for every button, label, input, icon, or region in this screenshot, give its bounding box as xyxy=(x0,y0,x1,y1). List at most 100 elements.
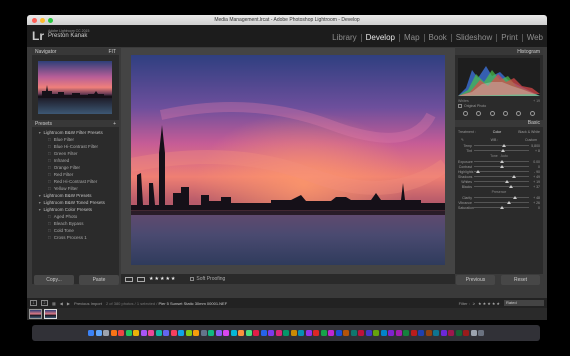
histogram[interactable] xyxy=(458,58,540,96)
dock-app-icon[interactable] xyxy=(358,330,364,336)
dock-app-icon[interactable] xyxy=(223,330,229,336)
red-eye-icon[interactable] xyxy=(489,111,495,116)
slider-value[interactable]: 0 xyxy=(531,165,540,169)
slider-handle[interactable] xyxy=(505,179,509,183)
slider-handle[interactable] xyxy=(476,169,481,173)
preset-item[interactable]: Blue Filter xyxy=(38,136,119,143)
rating-stars[interactable]: ★★★★★ xyxy=(149,276,176,282)
preset-item[interactable]: Blue Hi-Contrast Filter xyxy=(38,143,119,150)
dock-app-icon[interactable] xyxy=(200,330,207,336)
dock-app-icon[interactable] xyxy=(193,330,199,336)
slider-track[interactable] xyxy=(474,143,529,147)
histogram-header[interactable]: Histogram xyxy=(455,48,543,55)
dock-app-icon[interactable] xyxy=(88,330,94,336)
soft-proofing-toggle[interactable]: Soft Proofing xyxy=(190,276,225,282)
slider-track[interactable] xyxy=(474,205,529,209)
dock-app-icon[interactable] xyxy=(268,330,274,336)
dock-app-icon[interactable] xyxy=(215,330,222,336)
dock-app-icon[interactable] xyxy=(110,330,117,336)
crop-tool-icon[interactable] xyxy=(463,111,469,116)
dock-app-icon[interactable] xyxy=(298,330,304,336)
preset-item[interactable]: Cold Tone xyxy=(38,227,119,234)
slider-value[interactable]: + 49 xyxy=(531,175,540,179)
module-develop[interactable]: Develop xyxy=(362,34,400,42)
slider-track[interactable] xyxy=(474,148,529,152)
slider-handle[interactable] xyxy=(499,205,504,209)
slider-value[interactable]: + 26 xyxy=(531,201,540,205)
dock-app-icon[interactable] xyxy=(178,330,184,336)
slider-handle[interactable] xyxy=(506,200,511,204)
preset-item[interactable]: Green Filter xyxy=(38,150,119,157)
slider-track[interactable] xyxy=(474,200,529,204)
preset-item[interactable]: Infrared xyxy=(38,157,119,164)
dock-app-icon[interactable] xyxy=(380,330,387,336)
dock-app-icon[interactable] xyxy=(440,330,447,336)
adjustment-brush-icon[interactable] xyxy=(529,111,535,116)
preset-item[interactable]: Red Filter xyxy=(38,171,119,178)
dock-app-icon[interactable] xyxy=(343,330,349,336)
module-web[interactable]: Web xyxy=(523,34,547,42)
treatment-bw[interactable]: Black & White xyxy=(518,130,540,134)
add-preset-icon[interactable]: + xyxy=(113,121,116,127)
preset-item[interactable]: Cross Process 1 xyxy=(38,234,119,241)
wb-value[interactable]: Custom xyxy=(525,138,537,142)
slider-saturation[interactable]: Saturation 0 xyxy=(458,205,540,210)
slider-value[interactable]: + 48 xyxy=(531,196,540,200)
spot-removal-icon[interactable] xyxy=(476,111,482,116)
eyedropper-icon[interactable]: ✎ xyxy=(461,138,464,142)
before-after-icon[interactable] xyxy=(137,276,145,282)
slider-handle[interactable] xyxy=(512,174,517,178)
basic-panel-header[interactable]: Basic xyxy=(455,120,543,127)
dock-app-icon[interactable] xyxy=(185,330,192,336)
dock-app-icon[interactable] xyxy=(253,330,259,336)
filter-dropdown[interactable]: Rated xyxy=(504,300,544,306)
slider-value[interactable]: 0.00 xyxy=(531,160,540,164)
preset-item[interactable]: Orange Filter xyxy=(38,164,119,171)
soft-proofing-checkbox[interactable] xyxy=(190,277,195,281)
dock-app-icon[interactable] xyxy=(305,330,312,336)
navigator-zoom[interactable]: FIT xyxy=(109,49,117,55)
dock-app-icon[interactable] xyxy=(170,330,177,336)
dock-app-icon[interactable] xyxy=(103,330,109,336)
preset-item[interactable]: Yellow Filter xyxy=(38,185,119,192)
dock-app-icon[interactable] xyxy=(125,330,132,336)
slider-track[interactable] xyxy=(474,159,529,163)
dock-app-icon[interactable] xyxy=(388,330,394,336)
preset-item[interactable]: Bleach Bypass xyxy=(38,220,119,227)
back-arrow-icon[interactable]: ◀ xyxy=(60,301,63,306)
reset-button[interactable]: Reset xyxy=(501,275,540,285)
preset-folder[interactable]: Lightroom B&W Toned Presets xyxy=(38,199,119,206)
paste-settings-button[interactable]: Paste xyxy=(79,275,119,285)
dock-app-icon[interactable] xyxy=(283,330,289,336)
main-photo[interactable] xyxy=(131,55,445,265)
dock-app-icon[interactable] xyxy=(140,330,147,336)
module-library[interactable]: Library xyxy=(328,34,362,42)
dock-app-icon[interactable] xyxy=(365,330,372,336)
slider-track[interactable] xyxy=(474,169,529,173)
slider-track[interactable] xyxy=(474,184,529,188)
preset-item[interactable]: Red Hi-Contrast Filter xyxy=(38,178,119,185)
dock-app-icon[interactable] xyxy=(463,330,469,336)
dock-app-icon[interactable] xyxy=(478,330,484,336)
preset-folder[interactable]: Lightroom B&W Presets xyxy=(38,192,119,199)
dock-app-icon[interactable] xyxy=(335,330,342,336)
dock-app-icon[interactable] xyxy=(373,330,379,336)
slider-value[interactable]: - 90 xyxy=(531,170,540,174)
slider-handle[interactable] xyxy=(500,148,505,152)
dock-app-icon[interactable] xyxy=(155,330,162,336)
dock-app-icon[interactable] xyxy=(148,330,154,336)
copy-settings-button[interactable]: Copy... xyxy=(34,275,74,285)
dock-app-icon[interactable] xyxy=(275,330,282,336)
slider-handle[interactable] xyxy=(512,195,517,199)
slider-handle[interactable] xyxy=(499,159,504,163)
slider-value[interactable]: + 37 xyxy=(531,185,540,189)
dock-app-icon[interactable] xyxy=(395,330,402,336)
dock-app-icon[interactable] xyxy=(290,330,297,336)
dock-app-icon[interactable] xyxy=(425,330,432,336)
slider-value[interactable]: + 19 xyxy=(531,180,540,184)
second-monitor-button[interactable]: 2 xyxy=(41,300,48,306)
module-print[interactable]: Print xyxy=(497,34,523,42)
slider-handle[interactable] xyxy=(502,143,507,147)
filmstrip-thumbnail[interactable] xyxy=(44,309,57,319)
dock-app-icon[interactable] xyxy=(230,330,237,336)
